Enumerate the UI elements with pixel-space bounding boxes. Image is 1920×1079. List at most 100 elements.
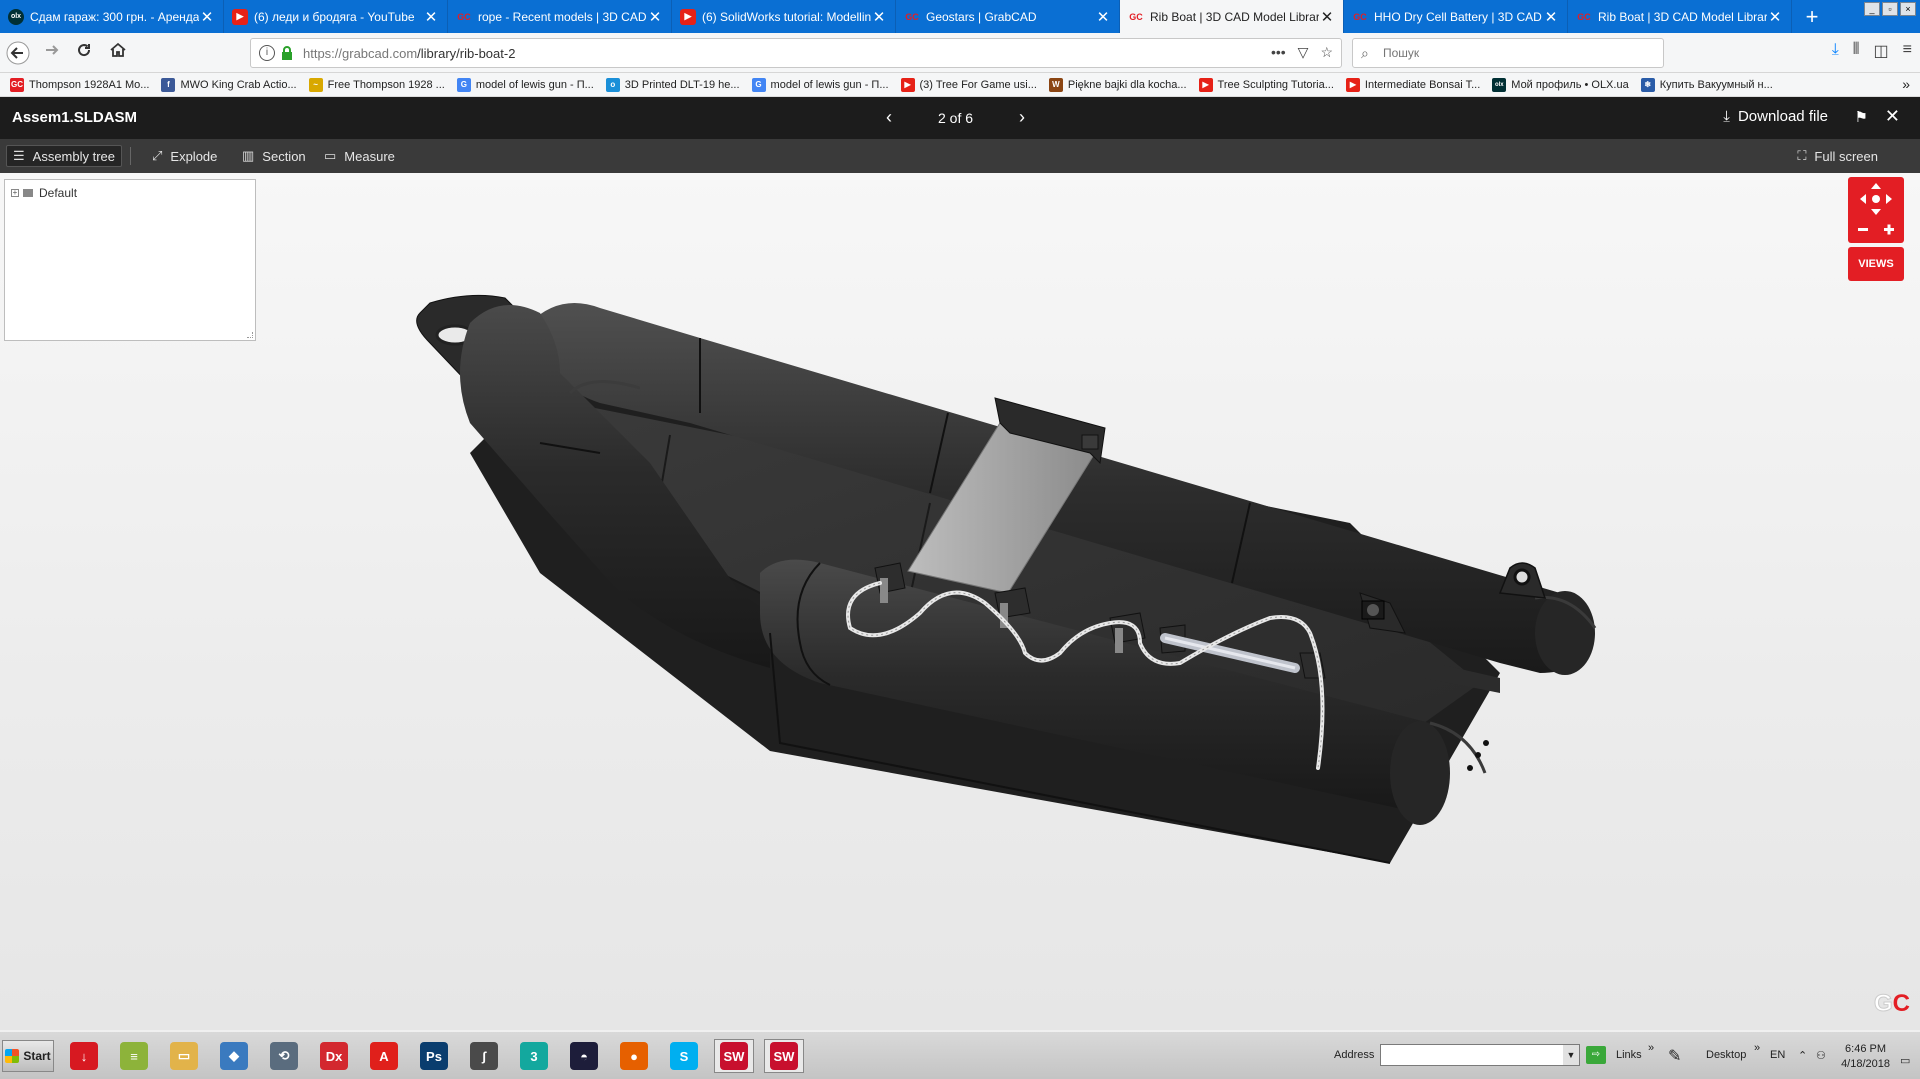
- browser-tab[interactable]: ▶ (6) SolidWorks tutorial: Modelling ✕: [672, 0, 896, 33]
- bookmark-item[interactable]: ▶ (3) Tree For Game usi...: [900, 77, 1037, 92]
- pocket-icon[interactable]: ▽: [1298, 44, 1309, 61]
- browser-tab[interactable]: GC Geostars | GrabCAD ✕: [896, 0, 1120, 33]
- app-feather[interactable]: ʃ: [464, 1039, 504, 1073]
- bookmark-item[interactable]: ❄ Купить Вакуумный н...: [1640, 77, 1773, 92]
- firefox-app[interactable]: ●: [614, 1039, 654, 1073]
- bookmark-favicon-icon: ▶: [1198, 77, 1213, 92]
- navigation-control[interactable]: [1848, 177, 1904, 243]
- previous-file-chevron-icon[interactable]: ‹: [880, 107, 898, 128]
- skype-app[interactable]: S: [664, 1039, 704, 1073]
- bookmark-item[interactable]: ▶ Tree Sculpting Tutoria...: [1198, 77, 1334, 92]
- browser-tab[interactable]: olx Сдам гараж: 300 грн. - Аренда г ✕: [0, 0, 224, 33]
- section-icon: ▥: [242, 148, 255, 163]
- browser-tab[interactable]: ▶ (6) леди и бродяга - YouTube ✕: [224, 0, 448, 33]
- bookmark-item[interactable]: o 3D Printed DLT-19 he...: [605, 77, 740, 92]
- views-button[interactable]: VIEWS: [1848, 247, 1904, 281]
- search-input[interactable]: [1383, 44, 1653, 62]
- network-icon[interactable]: ⚇: [1816, 1049, 1826, 1062]
- file-explorer-app[interactable]: ▭: [164, 1039, 204, 1073]
- forward-button[interactable]: [40, 41, 64, 65]
- go-button[interactable]: ⇨: [1586, 1046, 1606, 1064]
- explode-button[interactable]: ⤢ Explode: [146, 145, 223, 167]
- solidworks-2015-app[interactable]: SW: [714, 1039, 754, 1073]
- bookmark-star-icon[interactable]: ☆: [1320, 44, 1333, 61]
- tab-close-icon[interactable]: ✕: [1767, 8, 1783, 26]
- expand-icon[interactable]: +: [11, 189, 19, 197]
- tab-close-icon[interactable]: ✕: [647, 8, 663, 26]
- notes-app[interactable]: ≡: [114, 1039, 154, 1073]
- download-file-button[interactable]: ⤓ Download file: [1723, 108, 1828, 125]
- bookmarks-overflow-icon[interactable]: »: [1902, 76, 1910, 92]
- resize-handle[interactable]: [247, 332, 253, 338]
- tab-close-icon[interactable]: ✕: [1095, 8, 1111, 26]
- language-indicator[interactable]: EN: [1770, 1049, 1785, 1061]
- bookmark-item[interactable]: f MWO King Crab Actio...: [161, 77, 297, 92]
- tab-close-icon[interactable]: ✕: [199, 8, 215, 26]
- system-clock[interactable]: 6:46 PM 4/18/2018: [1841, 1042, 1890, 1072]
- bookmark-item[interactable]: Gmodel of lewis gun - П...: [456, 77, 594, 92]
- acrobat-app[interactable]: A: [364, 1039, 404, 1073]
- vray-app[interactable]: ⟲: [264, 1039, 304, 1073]
- reload-button[interactable]: [72, 41, 96, 65]
- sketchup-app[interactable]: ◆: [214, 1039, 254, 1073]
- library-icon[interactable]: ⫴: [1853, 41, 1860, 61]
- browser-tab[interactable]: GC Rib Boat | 3D CAD Model Library ✕: [1120, 0, 1344, 33]
- new-tab-button[interactable]: +: [1800, 4, 1824, 30]
- bookmark-item[interactable]: Gmodel of lewis gun - П...: [751, 77, 889, 92]
- bookmark-item[interactable]: olx Мой профиль • OLX.ua: [1492, 77, 1629, 92]
- bookmark-item[interactable]: ~ Free Thompson 1928 ...: [308, 77, 445, 92]
- close-viewer-icon[interactable]: ✕: [1885, 106, 1900, 127]
- photoshop-app-icon: Ps: [420, 1042, 448, 1070]
- tab-close-icon[interactable]: ✕: [1543, 8, 1559, 26]
- show-desktop-icon[interactable]: ▭: [1900, 1054, 1910, 1067]
- tab-close-icon[interactable]: ✕: [871, 8, 887, 26]
- close-window-button[interactable]: ×: [1900, 2, 1916, 16]
- chevron-more-icon[interactable]: »: [1648, 1042, 1654, 1054]
- solidworks-2015-app-2[interactable]: SW: [764, 1039, 804, 1073]
- 3dsmax-app[interactable]: 3: [514, 1039, 554, 1073]
- page-actions-icon[interactable]: •••: [1271, 44, 1286, 61]
- full-screen-label: Full screen: [1814, 148, 1878, 164]
- rib-boat-model[interactable]: [0, 173, 1920, 1030]
- browser-tab[interactable]: GC HHO Dry Cell Battery | 3D CAD M ✕: [1344, 0, 1568, 33]
- search-bar[interactable]: ⌕: [1352, 38, 1664, 68]
- address-field[interactable]: ▼: [1380, 1044, 1580, 1066]
- full-screen-button[interactable]: ⛶ Full screen: [1791, 145, 1884, 167]
- start-button[interactable]: Start: [2, 1040, 54, 1072]
- url-bar[interactable]: i https://grabcad.com/library/rib-boat-2…: [250, 38, 1342, 68]
- bookmark-item[interactable]: GC Thompson 1928A1 Mo...: [10, 77, 149, 92]
- download-app[interactable]: ↓: [64, 1039, 104, 1073]
- 3d-viewport[interactable]: + Default VIEWS GC: [0, 173, 1920, 1030]
- measure-button[interactable]: ▭ Measure: [318, 145, 401, 167]
- toolbar-divider: [130, 147, 131, 165]
- tree-node-default[interactable]: + Default: [11, 186, 77, 200]
- desktop-toolbar[interactable]: Desktop: [1706, 1049, 1746, 1061]
- home-button[interactable]: [106, 41, 130, 65]
- bookmark-item[interactable]: W Piękne bajki dla kocha...: [1048, 77, 1187, 92]
- bookmark-item[interactable]: ▶ Intermediate Bonsai T...: [1345, 77, 1480, 92]
- report-flag-icon[interactable]: ⚑: [1855, 108, 1868, 126]
- links-toolbar[interactable]: Links: [1616, 1049, 1642, 1061]
- downloads-icon[interactable]: ⤓: [1832, 41, 1839, 61]
- photoshop-app[interactable]: Ps: [414, 1039, 454, 1073]
- site-info-icon[interactable]: i: [259, 45, 275, 61]
- browser-tab[interactable]: GC Rib Boat | 3D CAD Model Library ✕: [1568, 0, 1792, 33]
- next-file-chevron-icon[interactable]: ›: [1013, 107, 1031, 128]
- chevron-more-icon-2[interactable]: »: [1754, 1042, 1760, 1054]
- tab-close-icon[interactable]: ✕: [423, 8, 439, 26]
- app-dark[interactable]: ◓: [564, 1039, 604, 1073]
- minimize-button[interactable]: _: [1864, 2, 1880, 16]
- sidebar-icon[interactable]: ◫: [1874, 41, 1889, 61]
- back-button[interactable]: [6, 41, 30, 65]
- restore-button[interactable]: ▫: [1882, 2, 1898, 16]
- sketchup-app-icon: ◆: [220, 1042, 248, 1070]
- notepad-icon[interactable]: ✎: [1668, 1046, 1681, 1066]
- dx-app[interactable]: Dx: [314, 1039, 354, 1073]
- dropdown-arrow-icon[interactable]: ▼: [1563, 1045, 1579, 1065]
- assembly-tree-button[interactable]: ☰ Assembly tree: [6, 145, 123, 167]
- browser-tab[interactable]: GC rope - Recent models | 3D CAD M ✕: [448, 0, 672, 33]
- section-button[interactable]: ▥ Section: [236, 145, 312, 167]
- menu-icon[interactable]: ≡: [1903, 41, 1912, 61]
- tray-expand-icon[interactable]: ⌃: [1798, 1049, 1807, 1062]
- tab-close-icon[interactable]: ✕: [1319, 8, 1335, 26]
